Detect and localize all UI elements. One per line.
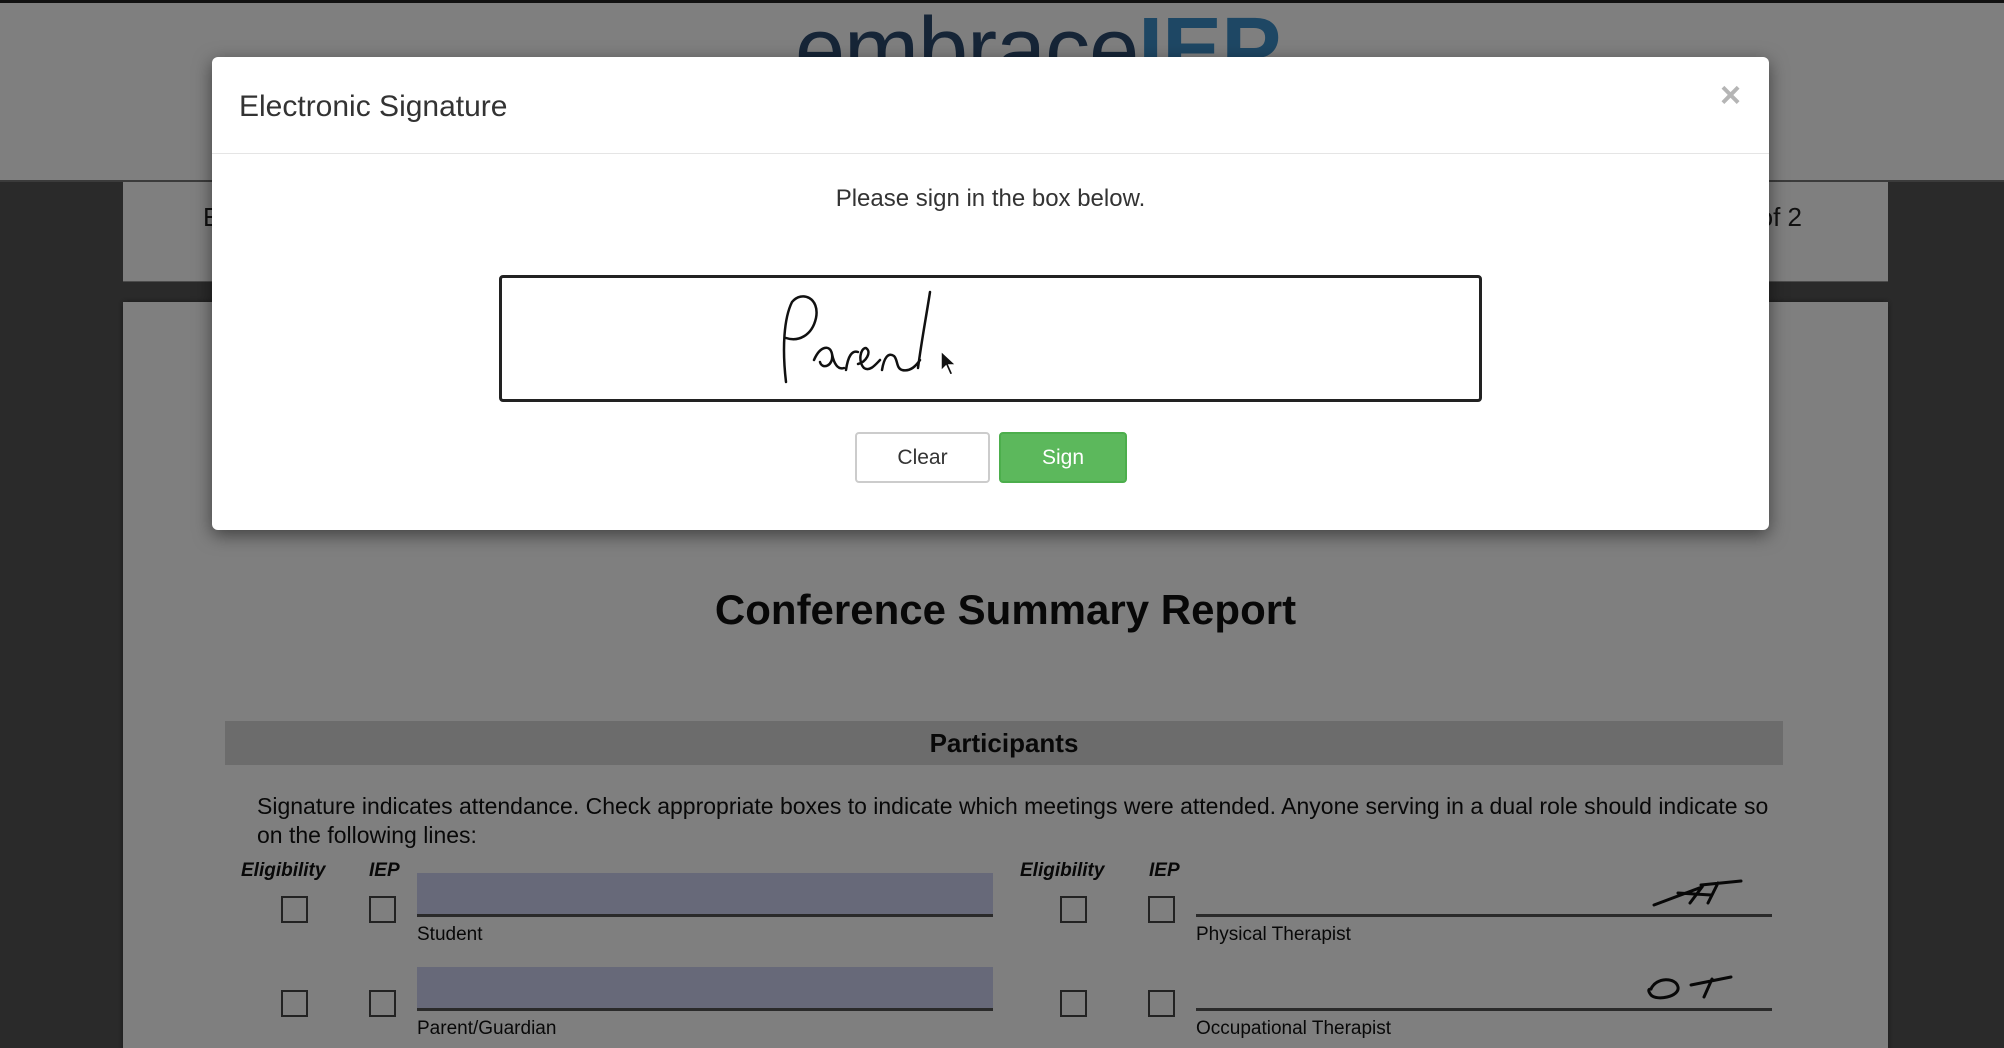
electronic-signature-dialog: Electronic Signature × Please sign in th… <box>212 57 1769 530</box>
dialog-header: Electronic Signature × <box>212 57 1769 154</box>
signature-pad[interactable] <box>499 275 1482 402</box>
dialog-title: Electronic Signature <box>239 90 508 123</box>
sign-prompt: Please sign in the box below. <box>835 185 1146 212</box>
signature-drawing <box>782 290 932 384</box>
sign-button[interactable]: Sign <box>999 432 1127 483</box>
clear-button[interactable]: Clear <box>855 432 990 483</box>
close-icon[interactable]: × <box>1720 77 1741 113</box>
mouse-cursor-icon <box>940 349 958 376</box>
